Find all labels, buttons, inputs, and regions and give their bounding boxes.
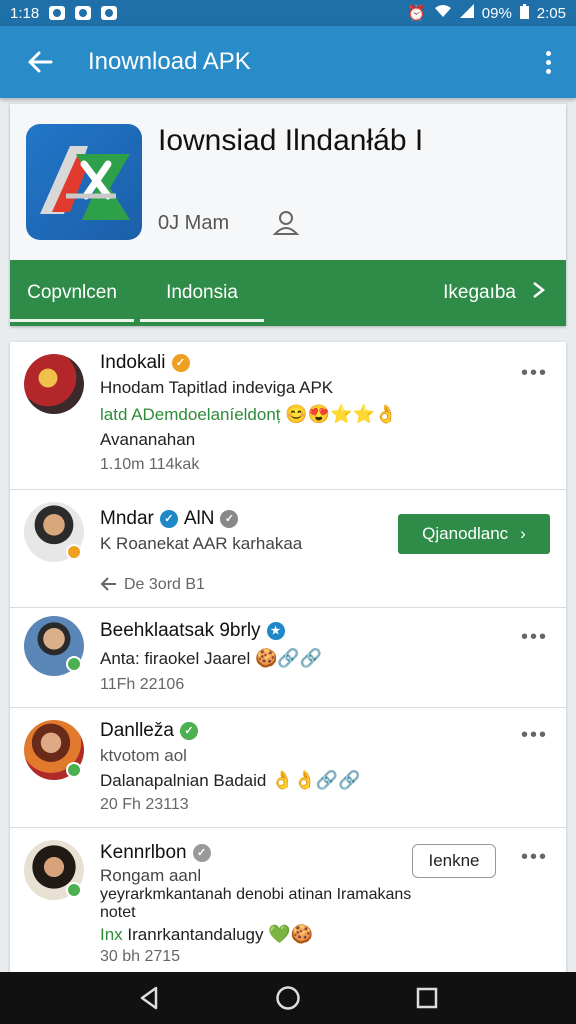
post-text: Avananahan (100, 430, 196, 449)
emoji-icon: 😊😍⭐⭐👌 (285, 404, 398, 424)
more-options-icon[interactable]: ••• (521, 724, 548, 747)
user-icon[interactable] (272, 208, 300, 236)
avatar[interactable] (24, 354, 84, 414)
app-bar: Inownload APK (0, 26, 576, 98)
post-meta: De 3ord B1 (124, 576, 205, 593)
app-title: Iownsiad Ilndanłáb I (158, 124, 424, 157)
post-text: Dalanapalnian Badaid 👌👌🔗🔗 (100, 770, 361, 791)
app-logo-icon (26, 124, 142, 240)
list-item: Danlleža ✓ ktvotom aol Dalanapalnian Bad… (10, 708, 566, 828)
reply-icon[interactable] (100, 576, 118, 597)
post-text-green: Inx (100, 925, 123, 944)
tab-more[interactable]: Ikegaıba (443, 260, 566, 326)
tab-label: Ikegaıba (443, 282, 516, 303)
list-item: Indokali ✓ Hnodam Tapitlad indeviga APK … (10, 342, 566, 490)
chevron-right-icon (528, 280, 548, 306)
comment-feed: Indokali ✓ Hnodam Tapitlad indeviga APK … (10, 342, 566, 972)
badge-icon: ✓ (192, 844, 211, 862)
badge-icon: ✓ (179, 722, 198, 740)
battery-icon (519, 3, 529, 23)
post-author: Danlleža ✓ (100, 720, 198, 742)
post-text-green: latd ADemdoelaníeldonț 😊😍⭐⭐👌 (100, 404, 397, 425)
notification-icon (75, 6, 92, 20)
post-text: latd ADemdoelaníeldonț (100, 405, 281, 424)
post-text: K Roanekat AAR karhakaa (100, 534, 303, 553)
badge-icon: ★ (266, 622, 285, 640)
post-text: Anta: firaokel Jaarel (100, 649, 251, 668)
status-time-right: 2:05 (536, 4, 566, 22)
app-meta: 0J Mam (158, 212, 230, 234)
notification-icon (49, 6, 66, 20)
recents-nav-icon[interactable] (413, 984, 441, 1012)
shield-icon: ✓ (159, 510, 178, 528)
chevron-right-icon: › (520, 524, 526, 543)
status-dot-icon (66, 882, 82, 898)
list-item: Kennrlbon ✓ Rongam aanl yeyrarkmkantanah… (10, 828, 566, 972)
signal-icon (459, 4, 474, 22)
list-item: Mndar ✓ AlN ✓ K Roanekat AAR karhakaa De… (10, 490, 566, 608)
list-item: Beehklaatsak 9brly ★ Anta: firaokel Jaar… (10, 608, 566, 708)
status-dot-icon (66, 656, 82, 672)
author-name: Kennrlbon (100, 842, 187, 863)
system-nav-bar (0, 972, 576, 1024)
notification-icon (101, 6, 118, 20)
badge-icon: ✓ (171, 354, 190, 372)
page-title: Inownload APK (88, 48, 251, 75)
post-meta: 20 Fh 23113 (100, 796, 189, 813)
status-dot-icon (66, 544, 82, 560)
post-text: Hnodam Tapitlad indeviga APK (100, 378, 334, 397)
tab-label: Indonsia (166, 282, 238, 303)
overflow-menu-icon[interactable] (520, 26, 576, 98)
wifi-icon (434, 4, 452, 22)
author-name: Mndar (100, 508, 154, 529)
app-header-card: Iownsiad Ilndanłáb I 0J Mam Copvnlcen In… (10, 104, 566, 326)
alarm-icon: ⏰ (407, 5, 426, 22)
post-author: Mndar ✓ AlN ✓ (100, 508, 239, 530)
post-text: Inx Iranrkantandalugy 💚🍪 (100, 924, 313, 945)
back-nav-icon[interactable] (135, 984, 163, 1012)
emoji-icon: 🍪🔗🔗 (254, 648, 323, 668)
post-meta-row: De 3ord B1 (100, 576, 205, 597)
post-text: Anta: firaokel Jaarel 🍪🔗🔗 (100, 648, 322, 669)
status-dot-icon (66, 762, 82, 778)
post-meta: 30 bh 2715 (100, 948, 181, 965)
post-author: Kennrlbon ✓ (100, 842, 211, 864)
download-button[interactable]: Qjanodlanc › (398, 514, 550, 554)
post-author: Beehklaatsak 9brly ★ (100, 620, 285, 642)
status-bar: 1:18 ⏰ 09% 2:05 (0, 0, 576, 26)
back-arrow-icon[interactable] (0, 26, 80, 98)
post-text: notet (100, 904, 136, 921)
author-suffix: AlN (183, 508, 215, 529)
post-meta: 1.10m 114kak (100, 456, 200, 473)
home-nav-icon[interactable] (274, 984, 302, 1012)
battery-percent: 09% (481, 4, 512, 22)
more-options-icon[interactable]: ••• (521, 362, 548, 385)
more-options-icon[interactable]: ••• (521, 846, 548, 869)
author-name: Beehklaatsak 9brly (100, 620, 261, 641)
author-name: Danlleža (100, 720, 174, 741)
more-options-icon[interactable]: ••• (521, 626, 548, 649)
follow-button[interactable]: Ienkne (412, 844, 496, 878)
post-text: Dalanapalnian Badaid (100, 771, 267, 790)
post-meta: 11Fh 22106 (100, 676, 185, 693)
tab-overview[interactable]: Copvnlcen (10, 260, 134, 326)
emoji-icon: 👌👌🔗🔗 (271, 770, 361, 790)
author-name: Indokali (100, 352, 166, 373)
post-text: Iranrkantandalugy (127, 925, 264, 944)
status-time-left: 1:18 (10, 4, 40, 22)
post-text: ktvotom aol (100, 746, 187, 765)
tab-bar: Copvnlcen Indonsia Ikegaıba (10, 260, 566, 326)
post-text: Rongam aanl (100, 866, 202, 885)
badge-icon: ✓ (220, 510, 239, 528)
tab-indonesia[interactable]: Indonsia (140, 260, 264, 326)
tab-label: Copvnlcen (27, 282, 117, 303)
post-author: Indokali ✓ (100, 352, 190, 374)
button-label: Qjanodlanc (422, 524, 509, 543)
button-label: Ienkne (428, 851, 480, 870)
emoji-icon: 💚🍪 (268, 924, 314, 944)
post-text: yeyrarkmkantanah denobi atinan Iramakans (100, 886, 412, 903)
